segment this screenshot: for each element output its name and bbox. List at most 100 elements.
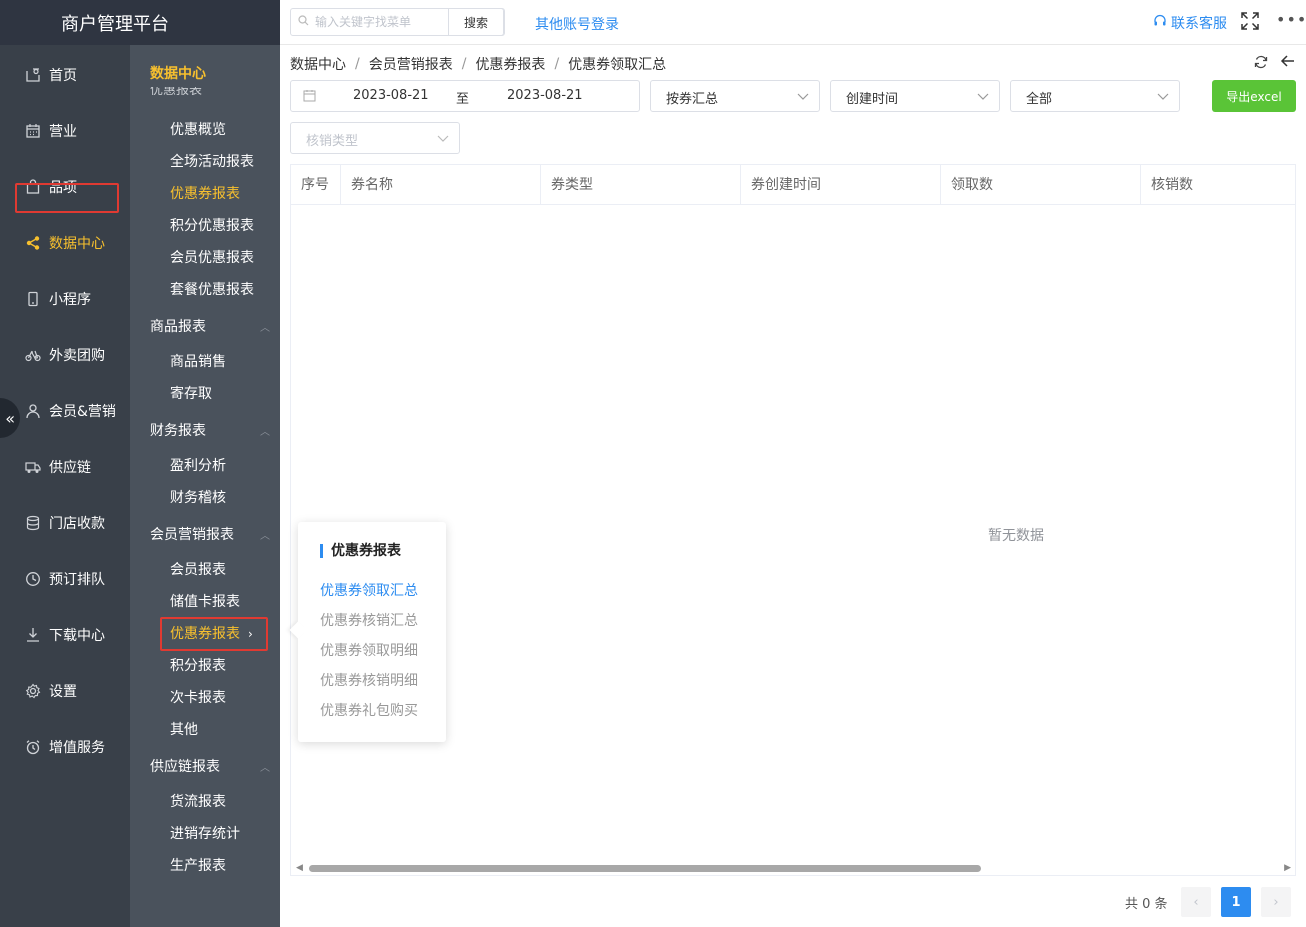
coupon-report-popover: 优惠券报表 优惠券领取汇总 优惠券核销汇总 优惠券领取明细 优惠券核销明细 优惠… [289,522,446,742]
status-select[interactable]: 全部 [1010,80,1180,112]
date-range-picker[interactable]: 2023-08-21 至 2023-08-21 [290,80,640,112]
nav-item-home[interactable]: 首页 [0,60,130,90]
popover-title: 优惠券报表 [320,544,401,558]
sub-nav-item-coupon-report[interactable]: 优惠券报表 › [170,623,253,643]
nav-item-products[interactable]: 品项 [0,172,130,202]
horizontal-scrollbar[interactable]: ◀ ▶ [291,863,1295,875]
sub-nav-item[interactable]: 会员报表 [170,559,226,579]
sub-nav-item[interactable]: 进销存统计 [170,823,240,843]
chevron-down-icon [1157,93,1169,100]
nav-label: 下载中心 [49,628,105,644]
export-excel-button[interactable]: 导出excel [1212,80,1296,112]
group-by-select[interactable]: 按券汇总 [650,80,820,112]
popover-item[interactable]: 优惠券礼包购买 [320,700,418,720]
contact-service-link[interactable]: 联系客服 [1153,13,1227,33]
sub-nav-item[interactable]: 其他 [170,719,198,739]
search-icon [291,15,315,29]
nav-item-data-center[interactable]: 数据中心 [0,228,130,258]
nav-item-mini-program[interactable]: 小程序 [0,284,130,314]
date-end[interactable]: 2023-08-21 [507,88,583,103]
sub-nav-item[interactable]: 积分优惠报表 [170,215,254,235]
nav-item-download-center[interactable]: 下载中心 [0,620,130,650]
nav-label: 预订排队 [49,572,105,588]
bag-icon [24,178,42,196]
breadcrumb-item[interactable]: 优惠券报表 [475,54,545,74]
sub-nav-group-member-marketing[interactable]: 会员营销报表 ︿ [150,524,270,544]
time-type-select[interactable]: 创建时间 [830,80,1000,112]
scroll-left-icon[interactable]: ◀ [296,863,303,873]
nav-label: 小程序 [49,292,91,308]
back-arrow-icon[interactable] [1280,53,1298,71]
home-icon [24,66,42,84]
nav-item-settings[interactable]: 设置 [0,676,130,706]
chevron-up-icon: ︿ [260,762,270,774]
sub-nav-item[interactable]: 优惠概览 [170,119,226,139]
sub-nav-item[interactable]: 货流报表 [170,791,226,811]
nav-label: 供应链 [49,460,91,476]
nav-item-supply-chain[interactable]: 供应链 [0,452,130,482]
chevron-down-icon [797,93,809,100]
share-icon [24,234,42,252]
next-page-button[interactable]: › [1261,887,1291,917]
sub-nav-item[interactable]: 套餐优惠报表 [170,279,254,299]
sub-nav-group-finance[interactable]: 财务报表 ︿ [150,420,270,440]
popover-item[interactable]: 优惠券领取明细 [320,640,418,660]
sub-nav-group-product[interactable]: 商品报表 ︿ [150,316,270,336]
bike-icon [24,346,42,364]
sub-nav-item[interactable]: 生产报表 [170,855,226,875]
popover-item[interactable]: 优惠券核销汇总 [320,610,418,630]
more-icon[interactable]: ••• [1276,10,1306,29]
column-header[interactable]: 券类型 [541,165,741,205]
sub-nav-item[interactable]: 寄存取 [170,383,212,403]
nav-label: 品项 [49,180,77,196]
nav-label: 首页 [49,68,77,84]
breadcrumb-item[interactable]: 会员营销报表 [369,54,453,74]
chevron-up-icon: ︿ [260,530,270,542]
sub-nav-item[interactable]: 储值卡报表 [170,591,240,611]
popover-item[interactable]: 优惠券核销明细 [320,670,418,690]
sub-nav-item[interactable]: 全场活动报表 [170,151,254,171]
nav-item-store-payment[interactable]: 门店收款 [0,508,130,538]
column-header[interactable]: 序号 [291,165,341,205]
data-table: 序号 券名称 券类型 券创建时间 领取数 核销数 暂无数据 ◀ ▶ [290,164,1296,876]
calendar-icon [303,89,316,106]
chevron-up-icon: ︿ [260,322,270,334]
nav-item-delivery[interactable]: 外卖团购 [0,340,130,370]
nav-label: 门店收款 [49,516,105,532]
sub-nav-item[interactable]: 积分报表 [170,655,226,675]
chevron-right-icon: › [248,627,253,641]
clock-icon [24,570,42,588]
sub-nav-item[interactable]: 商品销售 [170,351,226,371]
nav-item-value-added[interactable]: 增值服务 [0,732,130,762]
search-input[interactable] [315,15,445,29]
sub-nav-item-active[interactable]: 优惠券报表 [170,183,240,203]
breadcrumb-item[interactable]: 数据中心 [290,54,346,74]
search-button[interactable]: 搜索 [448,8,504,36]
popover-item-active[interactable]: 优惠券领取汇总 [320,580,418,600]
fullscreen-icon[interactable] [1241,12,1261,32]
column-header[interactable]: 券创建时间 [741,165,941,205]
top-bar: 搜索 其他账号登录 联系客服 ••• [280,0,1306,45]
column-header[interactable]: 核销数 [1141,165,1295,205]
sub-nav-item[interactable]: 会员优惠报表 [170,247,254,267]
sub-nav-item[interactable]: 盈利分析 [170,455,226,475]
sub-nav-item[interactable]: 次卡报表 [170,687,226,707]
verify-type-select[interactable]: 核销类型 [290,122,460,154]
sub-nav-item[interactable]: 财务稽核 [170,487,226,507]
page-number-button[interactable]: 1 [1221,887,1251,917]
nav-item-reservation[interactable]: 预订排队 [0,564,130,594]
prev-page-button[interactable]: ‹ [1181,887,1211,917]
other-account-login-link[interactable]: 其他账号登录 [535,14,619,34]
scroll-right-icon[interactable]: ▶ [1284,863,1291,873]
column-header[interactable]: 券名称 [341,165,541,205]
chevron-down-icon [437,135,449,142]
nav-item-business[interactable]: 营业 [0,116,130,146]
scrollbar-thumb[interactable] [309,865,981,872]
sub-nav-group-supply-chain[interactable]: 供应链报表 ︿ [150,756,270,776]
refresh-icon[interactable] [1254,55,1270,71]
app-title: 商户管理平台 [61,13,169,35]
date-start[interactable]: 2023-08-21 [353,88,429,103]
nav-label: 会员&营销 [49,404,116,420]
table-header: 序号 券名称 券类型 券创建时间 领取数 核销数 [291,165,1295,205]
column-header[interactable]: 领取数 [941,165,1141,205]
